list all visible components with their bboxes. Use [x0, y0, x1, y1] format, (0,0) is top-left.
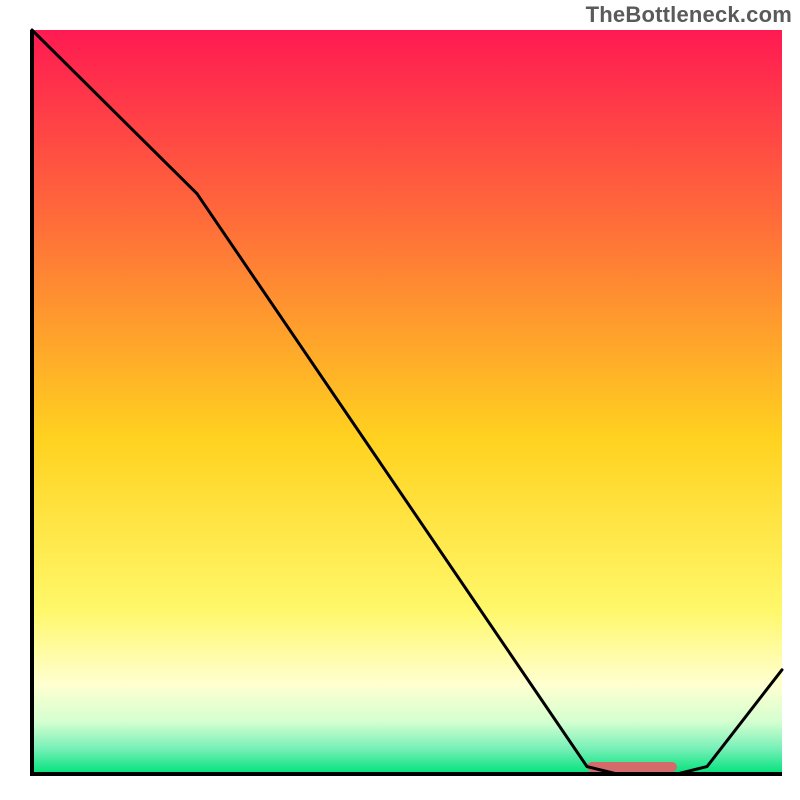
bottleneck-chart: [0, 0, 800, 800]
chart-container: TheBottleneck.com: [0, 0, 800, 800]
watermark-text: TheBottleneck.com: [586, 2, 792, 28]
